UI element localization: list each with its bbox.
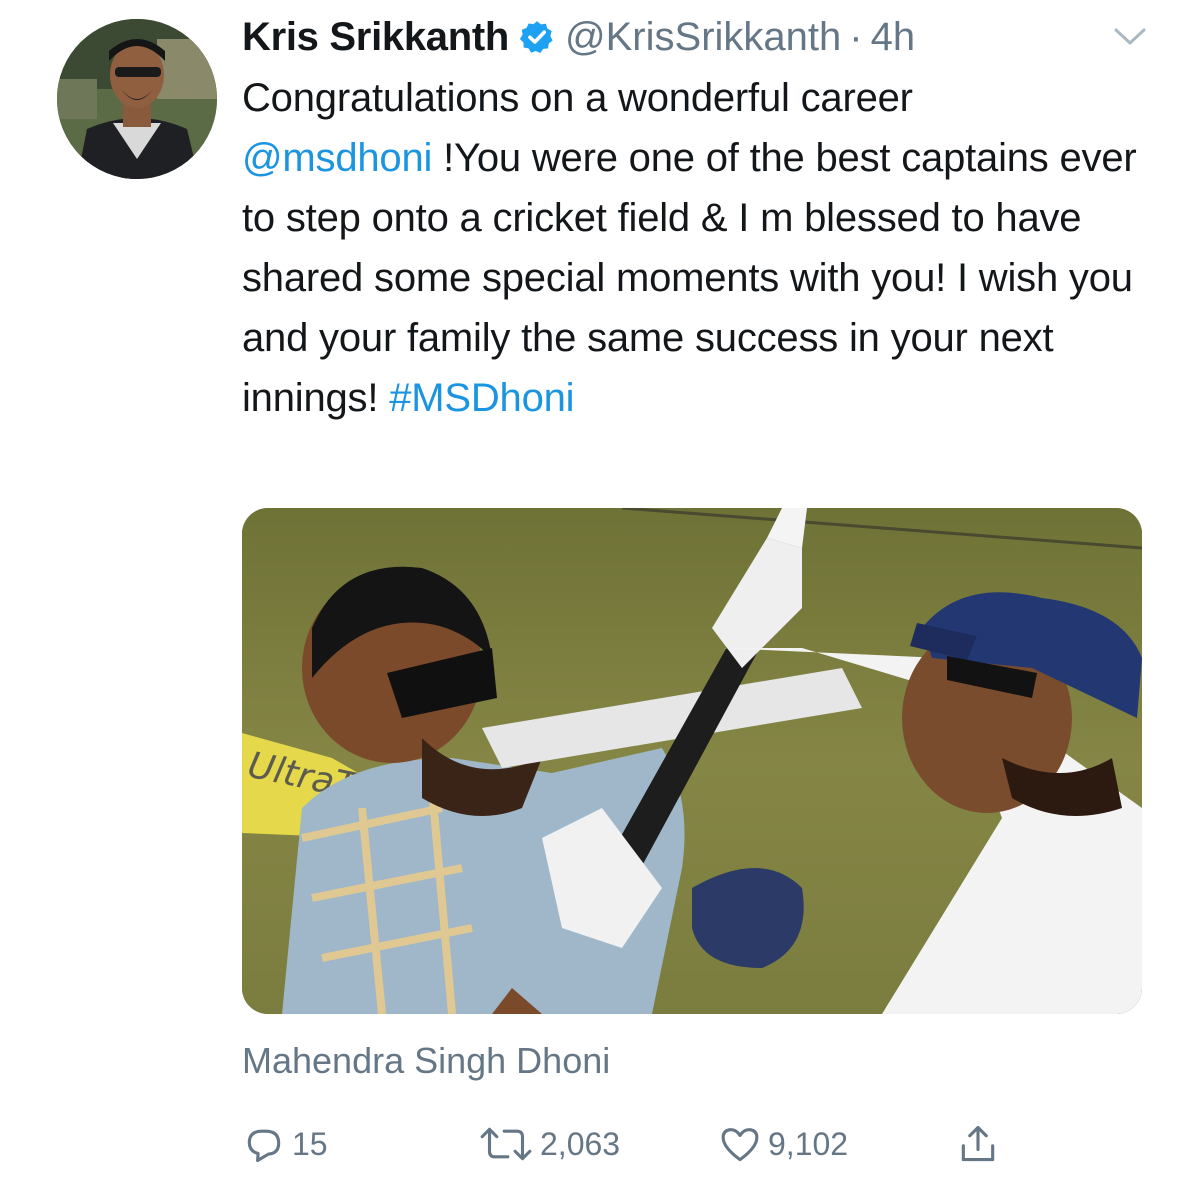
tweet-timestamp[interactable]: 4h [871, 15, 916, 60]
reply-icon [242, 1122, 286, 1166]
retweet-button[interactable]: 2,063 [478, 1116, 620, 1172]
heart-icon [718, 1122, 762, 1166]
retweet-icon [478, 1122, 534, 1166]
tweet-photo[interactable]: UltraTe [242, 508, 1142, 1014]
separator-dot: · [849, 14, 863, 59]
tweet-header: Kris Srikkanth @KrisSrikkanth · 4h [242, 12, 915, 62]
tweet-text: Congratulations on a wonderful career @ms… [242, 68, 1162, 428]
tweet-actions: 15 2,063 9,102 [242, 1116, 1062, 1172]
share-icon [956, 1122, 1000, 1166]
verified-badge-icon [519, 19, 555, 55]
reply-button[interactable]: 15 [242, 1116, 328, 1172]
hashtag-link[interactable]: #MSDhoni [389, 376, 574, 420]
like-count: 9,102 [768, 1125, 849, 1162]
author-display-name[interactable]: Kris Srikkanth [242, 15, 509, 60]
tweet[interactable]: Kris Srikkanth @KrisSrikkanth · 4h Congr… [0, 0, 1200, 1196]
share-button[interactable] [956, 1116, 1000, 1172]
like-button[interactable]: 9,102 [718, 1116, 848, 1172]
chevron-down-icon[interactable] [1110, 22, 1150, 50]
tweet-text-part1: Congratulations on a wonderful career [242, 76, 913, 120]
mention-link[interactable]: @msdhoni [242, 136, 432, 180]
author-handle[interactable]: @KrisSrikkanth [565, 15, 841, 60]
reply-count: 15 [292, 1125, 328, 1162]
photo-caption[interactable]: Mahendra Singh Dhoni [242, 1040, 610, 1082]
avatar[interactable] [57, 19, 217, 179]
retweet-count: 2,063 [540, 1125, 621, 1162]
